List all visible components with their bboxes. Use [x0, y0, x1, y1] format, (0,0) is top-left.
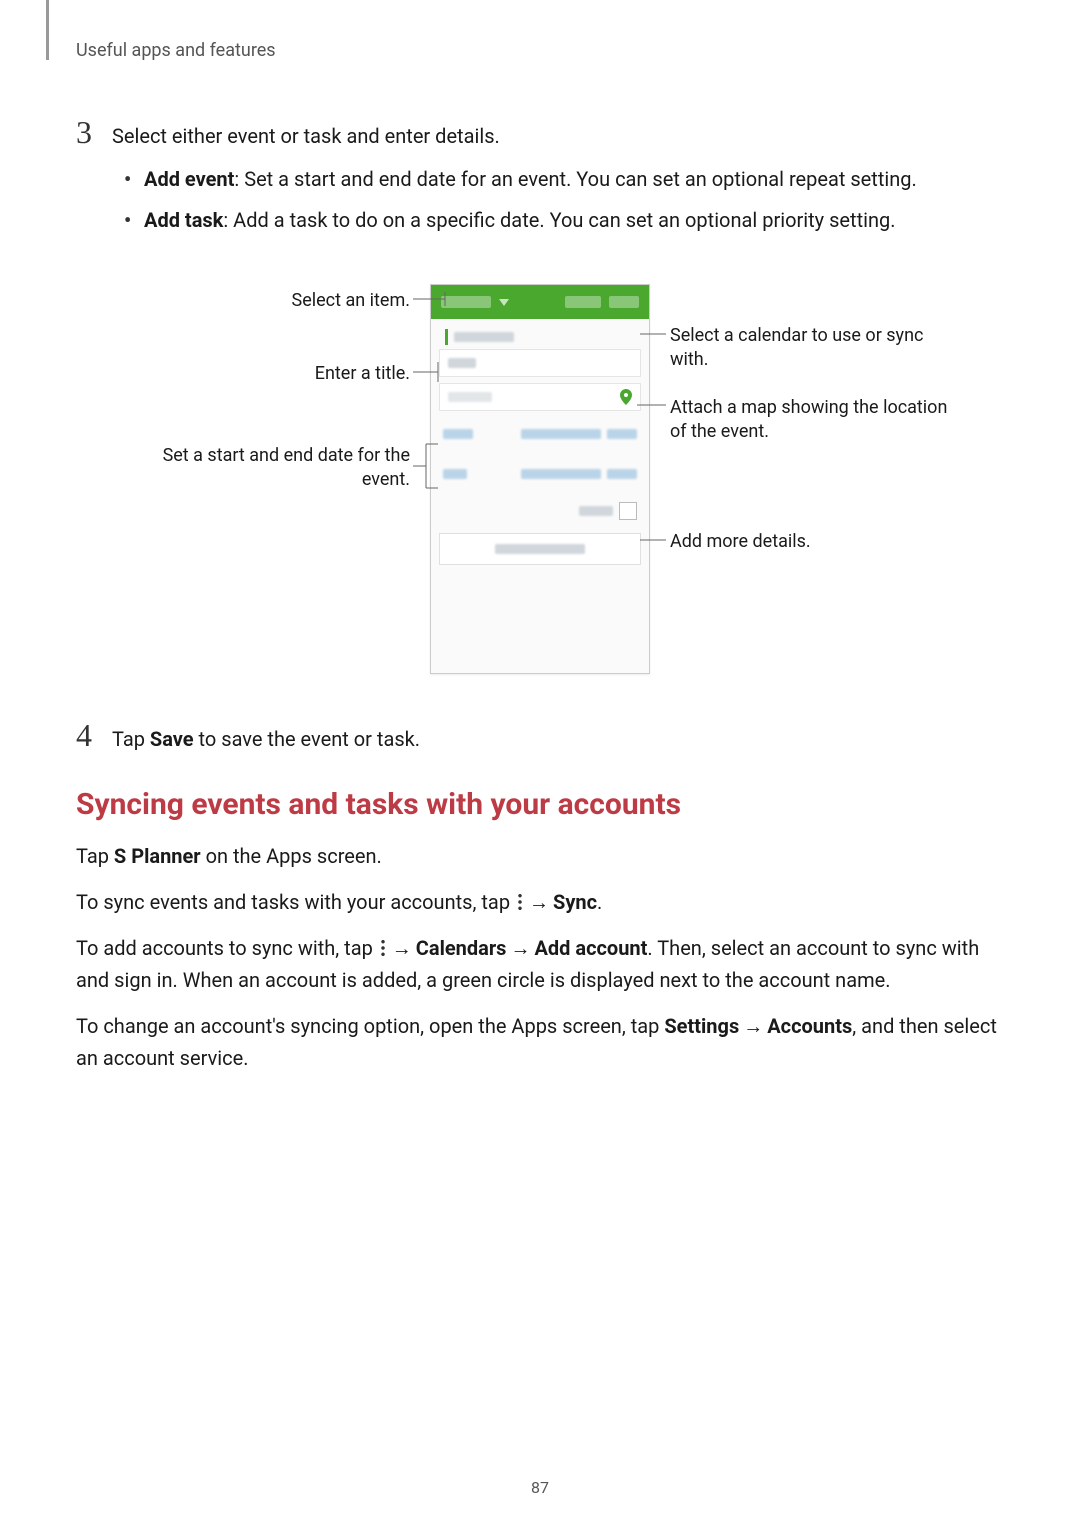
bullet-add-task: • Add task: Add a task to do on a specif…: [124, 205, 1004, 236]
p1-pre: Tap: [76, 844, 114, 868]
callout-attach-map: Attach a map showing the location of the…: [670, 396, 950, 445]
callout-set-dates: Set a start and end date for the event.: [110, 444, 410, 493]
bullet-title-task: Add task: [144, 208, 223, 232]
more-options-icon-2: [378, 939, 388, 957]
title-input-row: [439, 349, 641, 377]
callout-add-details: Add more details.: [670, 530, 950, 554]
bullet-desc-task: : Add a task to do on a specific date. Y…: [223, 208, 895, 232]
page-number: 87: [0, 1478, 1080, 1497]
bullet-title-event: Add event: [144, 167, 234, 191]
header-section: Useful apps and features: [76, 40, 1004, 61]
p3-b2: Add account: [534, 936, 647, 960]
p2-arrow: →: [529, 886, 549, 918]
p1-bold: S Planner: [114, 844, 201, 868]
step-4-bold: Save: [150, 727, 194, 751]
phone-mock-frame: [430, 284, 650, 674]
more-options-icon: [515, 893, 525, 911]
bullet-add-event: • Add event: Set a start and end date fo…: [124, 164, 1004, 195]
p3-pre: To add accounts to sync with, tap: [76, 936, 378, 960]
para-change-sync: To change an account's syncing option, o…: [76, 1010, 1004, 1074]
section-heading-syncing: Syncing events and tasks with your accou…: [76, 787, 1004, 822]
p2-bold: Sync: [553, 890, 597, 914]
step-3: 3 Select either event or task and enter …: [76, 121, 1004, 256]
dropdown-caret-icon: [499, 297, 509, 307]
callout-select-calendar: Select a calendar to use or sync with.: [670, 324, 950, 373]
para-add-accounts: To add accounts to sync with, tap → Cale…: [76, 932, 1004, 996]
p3-b1: Calendars: [416, 936, 507, 960]
p4-b2: Accounts: [767, 1014, 852, 1038]
step-3-text: Select either event or task and enter de…: [112, 121, 1004, 152]
para-splanner: Tap S Planner on the Apps screen.: [76, 840, 1004, 872]
allday-checkbox: [619, 502, 637, 520]
p4-arrow: →: [743, 1010, 763, 1042]
p3-arr1: →: [392, 932, 412, 964]
p1-post: on the Apps screen.: [201, 844, 382, 868]
allday-row: [439, 497, 641, 525]
calendar-select-row: [439, 325, 641, 349]
step-4-post: to save the event or task.: [194, 727, 420, 751]
start-date-row: [439, 417, 641, 451]
step-number-4: 4: [76, 719, 112, 751]
end-date-row: [439, 457, 641, 491]
p2-pre: To sync events and tasks with your accou…: [76, 890, 515, 914]
p3-arr2: →: [510, 932, 530, 964]
phone-header: [431, 285, 649, 319]
bullet-desc-event: : Set a start and end date for an event.…: [234, 167, 916, 191]
event-form-diagram: Select an item. Enter a title. Set a sta…: [110, 284, 970, 684]
map-pin-icon: [620, 389, 632, 405]
view-more-options-button: [439, 533, 641, 565]
step-4-pre: Tap: [112, 727, 150, 751]
p2-post: .: [597, 890, 602, 914]
callout-select-item: Select an item.: [110, 289, 410, 313]
p4-pre: To change an account's syncing option, o…: [76, 1014, 664, 1038]
step-4: 4 Tap Save to save the event or task.: [76, 724, 1004, 755]
location-input-row: [439, 383, 641, 411]
para-sync: To sync events and tasks with your accou…: [76, 886, 1004, 918]
callout-enter-title: Enter a title.: [110, 362, 410, 386]
step-number-3: 3: [76, 116, 112, 148]
p4-b1: Settings: [664, 1014, 739, 1038]
